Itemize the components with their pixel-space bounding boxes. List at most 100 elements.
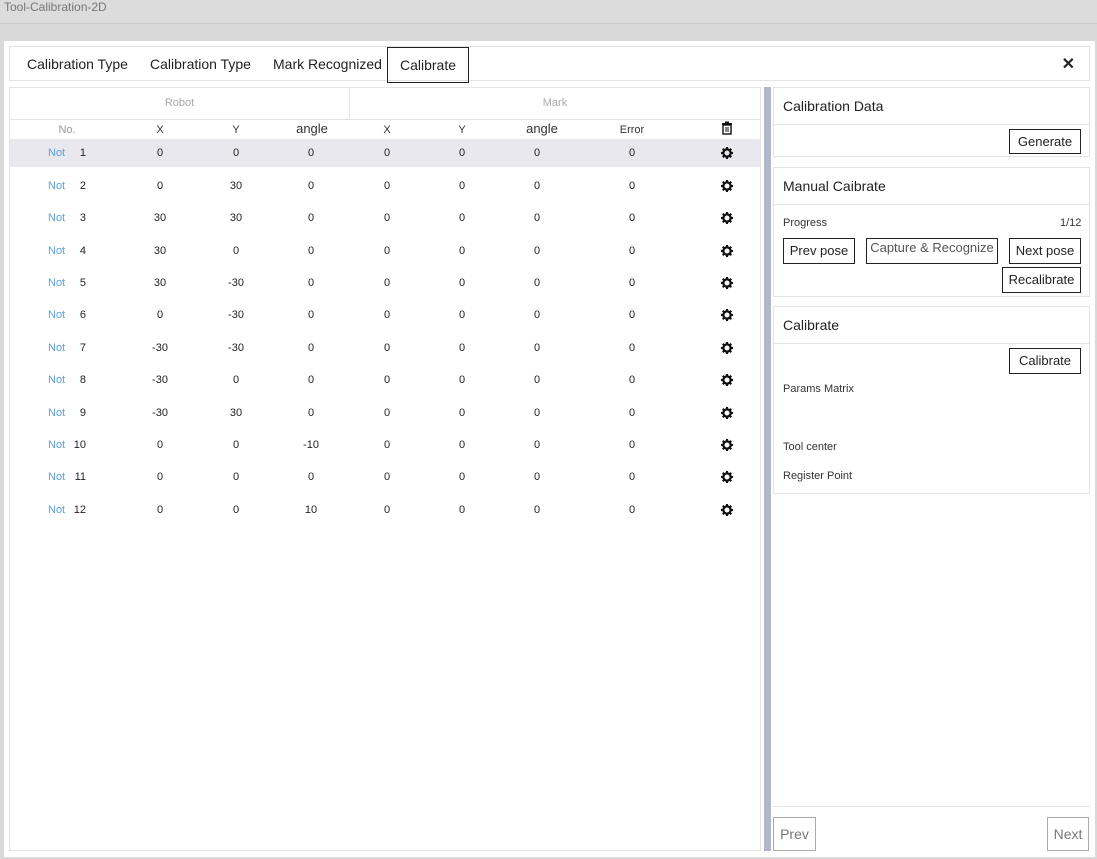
row-number: 12	[73, 504, 86, 516]
cell-error: 0	[628, 504, 636, 516]
cell-rangle: 0	[307, 471, 315, 483]
row-number: 2	[79, 180, 86, 192]
cell-mx: 0	[383, 277, 391, 289]
table-row[interactable]: Not 8 -30 0 0 0 0 0 0	[10, 366, 760, 394]
row-number: 1	[79, 147, 86, 159]
next-button[interactable]: Next	[1047, 817, 1089, 851]
row-number: 8	[79, 374, 86, 386]
prev-pose-button[interactable]: Prev pose	[783, 238, 855, 264]
table-row[interactable]: Not 5 30 -30 0 0 0 0 0	[10, 269, 760, 297]
cell-rangle: 10	[304, 504, 318, 516]
tab-calibration-type[interactable]: Calibration Type	[19, 47, 136, 82]
cell-rx: 0	[156, 147, 164, 159]
mark-group-header: Mark	[349, 88, 760, 120]
cell-mx: 0	[383, 245, 391, 257]
table-scrollbar[interactable]	[764, 87, 771, 851]
cell-ry: 0	[232, 471, 240, 483]
table-row[interactable]: Not 12 0 0 10 0 0 0 0	[10, 496, 760, 524]
table-row[interactable]: Not 7 -30 -30 0 0 0 0 0	[10, 334, 760, 362]
row-number: 4	[79, 245, 86, 257]
cell-my: 0	[458, 212, 466, 224]
row-number: 7	[79, 342, 86, 354]
gear-icon[interactable]	[721, 366, 733, 394]
cell-rx: -30	[152, 407, 168, 419]
gear-icon[interactable]	[721, 301, 733, 329]
progress-value: 1/12	[1060, 217, 1082, 229]
pose-table: Robot Mark No. X Y angle X Y angle Error…	[9, 87, 761, 851]
prev-button[interactable]: Prev	[773, 817, 816, 851]
table-row[interactable]: Not 6 0 -30 0 0 0 0 0	[10, 301, 760, 329]
header-robot-y: Y	[232, 124, 240, 136]
cell-error: 0	[628, 471, 636, 483]
tab-calibration-type-2[interactable]: Calibration Type	[142, 47, 259, 82]
gear-icon[interactable]	[721, 237, 733, 265]
generate-button[interactable]: Generate	[1009, 129, 1081, 154]
cell-mx: 0	[383, 439, 391, 451]
table-row[interactable]: Not 2 0 30 0 0 0 0 0	[10, 172, 760, 200]
cell-rx: 0	[156, 504, 164, 516]
cell-mangle: 0	[533, 147, 541, 159]
cell-error: 0	[628, 342, 636, 354]
header-no: No.	[58, 124, 76, 136]
robot-group-header: Robot	[10, 88, 350, 120]
recalibrate-button[interactable]: Recalibrate	[1002, 267, 1081, 293]
gear-icon[interactable]	[721, 496, 733, 524]
trash-icon[interactable]	[721, 119, 733, 139]
cell-ry: -30	[228, 342, 244, 354]
cell-my: 0	[458, 471, 466, 483]
tab-mark-recognized[interactable]: Mark Recognized	[265, 47, 390, 82]
cell-mx: 0	[383, 407, 391, 419]
tab-calibrate[interactable]: Calibrate	[387, 47, 469, 83]
calibrate-button[interactable]: Calibrate	[1009, 348, 1081, 374]
cell-rx: 30	[153, 212, 167, 224]
next-pose-button[interactable]: Next pose	[1009, 238, 1081, 264]
gear-icon[interactable]	[721, 172, 733, 200]
params-matrix-label: Params Matrix	[783, 383, 854, 395]
header-error: Error	[619, 124, 645, 136]
gear-icon[interactable]	[721, 269, 733, 297]
cell-mx: 0	[383, 374, 391, 386]
window-title: Tool-Calibration-2D	[4, 0, 107, 14]
row-number: 3	[79, 212, 86, 224]
cell-mangle: 0	[533, 212, 541, 224]
table-row[interactable]: Not 4 30 0 0 0 0 0 0	[10, 237, 760, 265]
row-status: Not	[48, 212, 66, 224]
table-row[interactable]: Not 10 0 0 -10 0 0 0 0	[10, 431, 760, 459]
cell-error: 0	[628, 245, 636, 257]
row-status: Not	[48, 374, 66, 386]
cell-rx: 0	[156, 180, 164, 192]
cell-mangle: 0	[533, 309, 541, 321]
cell-my: 0	[458, 180, 466, 192]
calibration-data-title: Calibration Data	[783, 98, 884, 114]
gear-icon[interactable]	[721, 334, 733, 362]
cell-ry: 30	[229, 407, 243, 419]
cell-rangle: 0	[307, 374, 315, 386]
cell-rx: 0	[156, 471, 164, 483]
cell-error: 0	[628, 180, 636, 192]
cell-mx: 0	[383, 309, 391, 321]
table-row[interactable]: Not 3 30 30 0 0 0 0 0	[10, 204, 760, 232]
gear-icon[interactable]	[721, 431, 733, 459]
gear-icon[interactable]	[721, 463, 733, 491]
capture-recognize-button[interactable]: Capture & Recognize	[866, 238, 998, 264]
cell-ry: 30	[229, 180, 243, 192]
cell-ry: -30	[228, 277, 244, 289]
table-header: No. X Y angle X Y angle Error	[10, 119, 760, 139]
gear-icon[interactable]	[721, 399, 733, 427]
gear-icon[interactable]	[721, 139, 733, 167]
tab-bar: Calibration Type Calibration Type Mark R…	[9, 46, 1090, 83]
table-row[interactable]: Not 11 0 0 0 0 0 0 0	[10, 463, 760, 491]
table-row[interactable]: Not 9 -30 30 0 0 0 0 0	[10, 399, 760, 427]
cell-my: 0	[458, 504, 466, 516]
gear-icon[interactable]	[721, 204, 733, 232]
close-icon[interactable]: ✕	[1062, 47, 1075, 82]
row-status: Not	[48, 342, 66, 354]
cell-ry: 0	[232, 439, 240, 451]
cell-ry: 0	[232, 374, 240, 386]
calibrate-panel: Calibrate Calibrate Params Matrix Tool c…	[773, 306, 1090, 494]
row-number: 10	[73, 439, 86, 451]
table-row[interactable]: Not 1 0 0 0 0 0 0 0	[10, 139, 760, 167]
cell-mangle: 0	[533, 471, 541, 483]
row-status: Not	[48, 504, 66, 516]
cell-rangle: 0	[307, 342, 315, 354]
